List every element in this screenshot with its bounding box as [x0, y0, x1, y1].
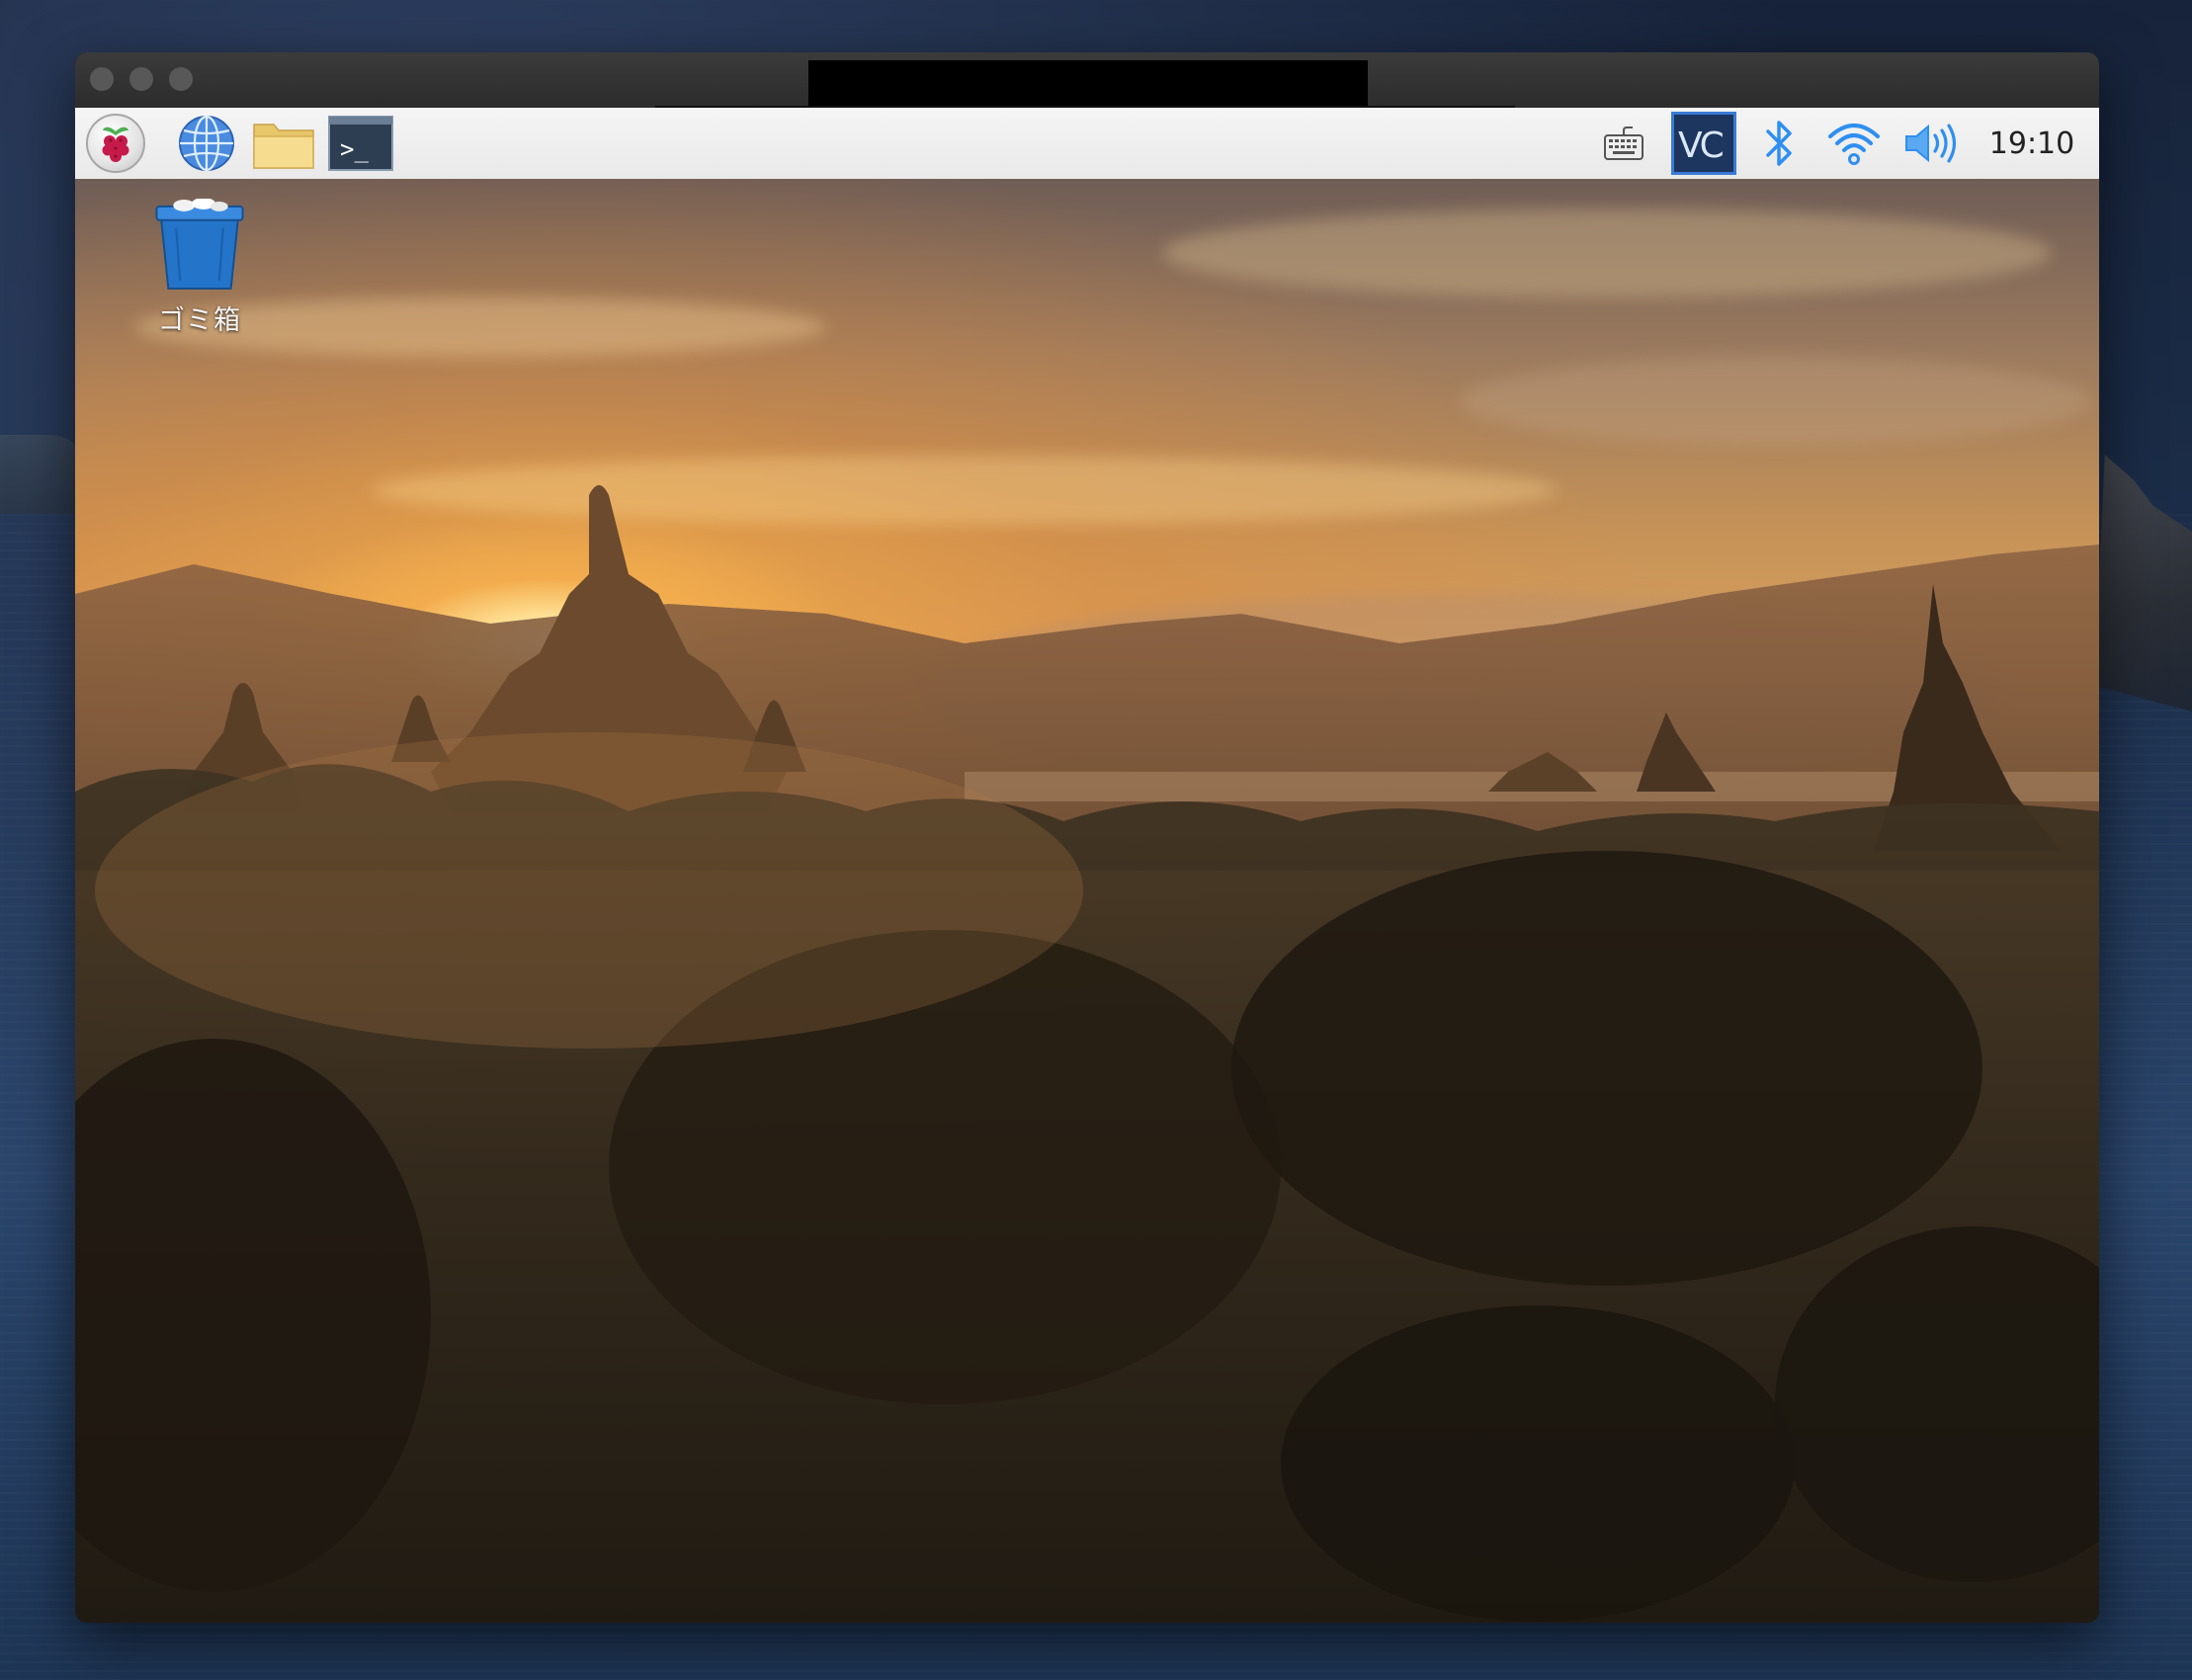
volume-tray-button[interactable] — [1899, 114, 1963, 173]
keyboard-icon — [1604, 126, 1644, 160]
wifi-icon — [1828, 124, 1880, 165]
raspberry-icon — [86, 114, 145, 173]
raspberry-pi-taskbar: >_ VC 19:10 — [75, 108, 2099, 180]
folder-icon — [253, 124, 314, 169]
keyboard-tray-button[interactable] — [1599, 114, 1648, 173]
window-titlebar[interactable] — [75, 52, 2099, 110]
wallpaper-scenery — [75, 485, 2099, 1623]
window-close-button[interactable] — [90, 67, 114, 91]
window-title-redacted — [808, 60, 1368, 106]
file-manager-launcher[interactable] — [251, 114, 316, 173]
window-zoom-button[interactable] — [169, 67, 193, 91]
vnc-server-tray-button[interactable]: VC — [1668, 112, 1739, 175]
raspberry-menu-button[interactable] — [83, 114, 148, 173]
wifi-tray-button[interactable] — [1822, 114, 1886, 173]
trash-icon — [155, 199, 244, 291]
desktop-wallpaper[interactable]: ゴミ箱 — [75, 179, 2099, 1623]
volume-icon — [1905, 124, 1957, 163]
terminal-launcher[interactable]: >_ — [326, 114, 395, 173]
svg-text:VC: VC — [1678, 126, 1724, 166]
web-browser-launcher[interactable] — [174, 114, 239, 173]
host-wallpaper-rock-right — [2095, 455, 2192, 712]
bluetooth-icon — [1766, 121, 1792, 166]
bluetooth-tray-button[interactable] — [1755, 114, 1805, 173]
svg-text:>_: >_ — [340, 135, 369, 163]
vnc-viewer-window[interactable]: >_ VC 19:10 ゴミ箱 — [75, 52, 2099, 1623]
terminal-icon: >_ — [328, 116, 393, 171]
globe-icon — [179, 115, 234, 172]
trash-label: ゴミ箱 — [158, 305, 241, 336]
window-minimize-button[interactable] — [129, 67, 153, 91]
desktop-trash-icon[interactable]: ゴミ箱 — [140, 199, 259, 337]
taskbar-clock[interactable]: 19:10 — [1982, 114, 2081, 173]
vnc-icon: VC — [1671, 112, 1736, 175]
